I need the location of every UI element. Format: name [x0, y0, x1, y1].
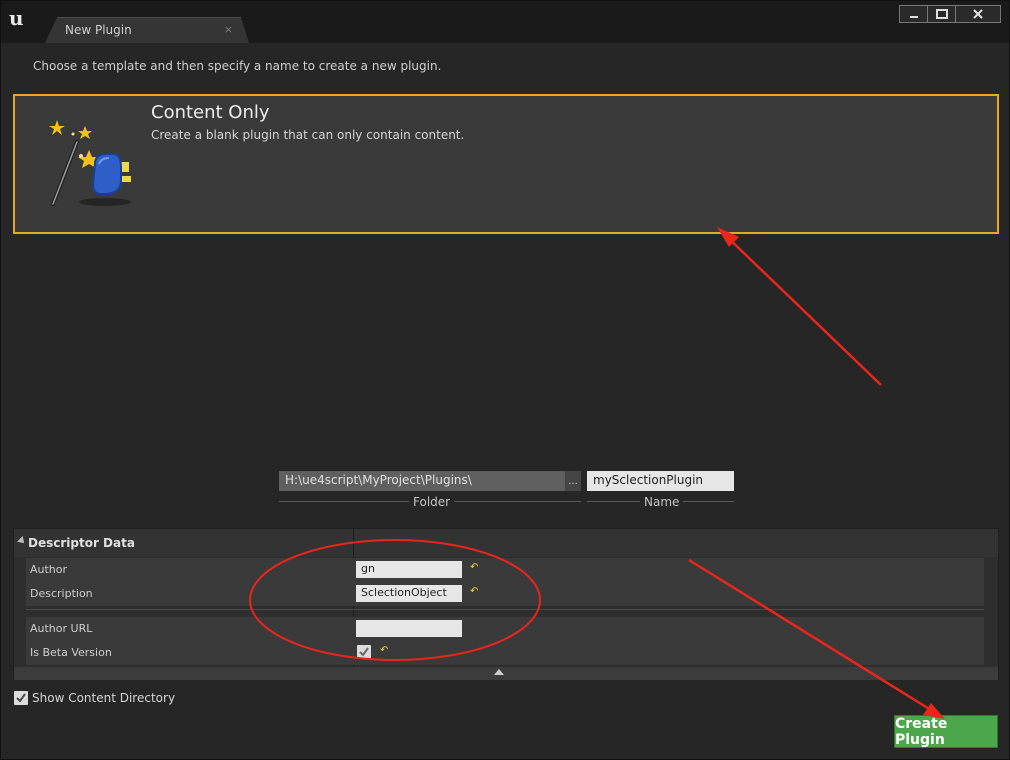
create-plugin-button[interactable]: Create Plugin	[894, 715, 998, 748]
window-controls	[899, 5, 1001, 23]
magic-wand-plugin-icon	[49, 120, 131, 206]
description-label: Description	[30, 587, 93, 600]
maximize-icon	[935, 9, 948, 19]
close-button[interactable]	[956, 6, 1000, 22]
title-bar: u New Plugin ×	[1, 1, 1009, 43]
property-row-description: Description SclectionObject ↶	[26, 582, 984, 606]
author-url-input[interactable]	[356, 620, 462, 637]
property-row-is-beta: Is Beta Version ↶	[26, 641, 984, 665]
reset-to-default-icon[interactable]: ↶	[380, 645, 392, 657]
tab-new-plugin[interactable]: New Plugin ×	[45, 17, 249, 43]
plugin-name-field[interactable]: mySclectionPlugin	[587, 471, 734, 491]
template-content-only[interactable]: Content Only Create a blank plugin that …	[13, 94, 999, 234]
minimize-icon	[909, 16, 918, 18]
expand-triangle-icon[interactable]	[17, 536, 27, 546]
is-beta-checkbox[interactable]	[357, 645, 371, 659]
minimize-button[interactable]	[900, 6, 928, 22]
author-label: Author	[30, 563, 68, 576]
instruction-text: Choose a template and then specify a nam…	[33, 59, 442, 73]
descriptor-footer[interactable]	[14, 667, 998, 680]
author-input[interactable]: gn	[356, 561, 462, 578]
checkmark-icon	[16, 693, 26, 703]
dialog-content: Choose a template and then specify a nam…	[1, 43, 1009, 759]
property-row-author: Author gn ↶	[26, 558, 984, 582]
row-separator	[26, 609, 984, 610]
new-plugin-window: u New Plugin × Choose a template and the…	[0, 0, 1010, 760]
author-url-label: Author URL	[30, 622, 93, 635]
tab-close-icon[interactable]: ×	[224, 23, 233, 36]
template-description: Create a blank plugin that can only cont…	[151, 128, 465, 142]
svg-text:u: u	[9, 7, 24, 29]
is-beta-label: Is Beta Version	[30, 646, 112, 659]
show-content-directory-toggle[interactable]: Show Content Directory	[14, 690, 175, 706]
maximize-button[interactable]	[928, 6, 956, 22]
property-row-author-url: Author URL	[26, 617, 984, 641]
checkmark-icon	[359, 647, 369, 657]
plugin-folder-field[interactable]: H:\ue4script\MyProject\Plugins\	[279, 471, 565, 491]
name-caption: Name	[640, 495, 684, 509]
descriptor-data-panel: Descriptor Data Author gn ↶ Description …	[13, 528, 999, 680]
folder-caption: Folder	[409, 495, 455, 509]
unreal-logo-icon: u	[9, 7, 24, 29]
close-icon	[973, 9, 983, 19]
descriptor-header[interactable]: Descriptor Data	[14, 529, 998, 557]
template-title: Content Only	[151, 102, 270, 123]
browse-folder-button[interactable]: ...	[565, 471, 581, 491]
description-input[interactable]: SclectionObject	[356, 585, 462, 602]
tab-label: New Plugin	[65, 23, 132, 37]
collapse-advanced-icon[interactable]	[494, 669, 504, 675]
show-content-label: Show Content Directory	[32, 691, 176, 705]
descriptor-header-label: Descriptor Data	[28, 536, 135, 550]
reset-to-default-icon[interactable]: ↶	[470, 586, 482, 598]
show-content-checkbox[interactable]	[14, 691, 28, 705]
reset-to-default-icon[interactable]: ↶	[470, 562, 482, 574]
